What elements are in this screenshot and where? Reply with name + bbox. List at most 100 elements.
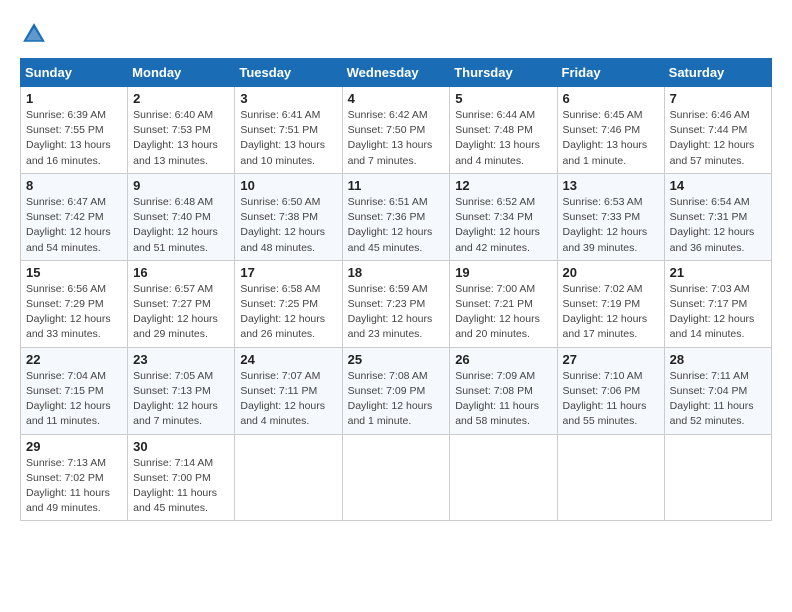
day-number: 29 (26, 439, 122, 454)
calendar-cell: 9 Sunrise: 6:48 AM Sunset: 7:40 PM Daylig… (128, 173, 235, 260)
day-info: Sunrise: 6:57 AM Sunset: 7:27 PM Dayligh… (133, 282, 229, 343)
day-info: Sunrise: 7:03 AM Sunset: 7:17 PM Dayligh… (670, 282, 766, 343)
day-info: Sunrise: 6:51 AM Sunset: 7:36 PM Dayligh… (348, 195, 445, 256)
day-number: 9 (133, 178, 229, 193)
day-number: 13 (563, 178, 659, 193)
weekday-header: Thursday (450, 59, 557, 87)
day-number: 19 (455, 265, 551, 280)
day-info: Sunrise: 7:13 AM Sunset: 7:02 PM Dayligh… (26, 456, 122, 517)
logo (20, 20, 52, 48)
day-number: 1 (26, 91, 122, 106)
weekday-header: Sunday (21, 59, 128, 87)
day-info: Sunrise: 7:00 AM Sunset: 7:21 PM Dayligh… (455, 282, 551, 343)
day-info: Sunrise: 6:52 AM Sunset: 7:34 PM Dayligh… (455, 195, 551, 256)
day-number: 23 (133, 352, 229, 367)
day-number: 24 (240, 352, 336, 367)
calendar-cell: 23 Sunrise: 7:05 AM Sunset: 7:13 PM Dayli… (128, 347, 235, 434)
calendar-cell: 17Sunrise: 6:58 AM Sunset: 7:25 PM Dayli… (235, 260, 342, 347)
day-info: Sunrise: 6:45 AM Sunset: 7:46 PM Dayligh… (563, 108, 659, 169)
calendar-cell (342, 434, 450, 521)
weekday-header: Tuesday (235, 59, 342, 87)
day-number: 15 (26, 265, 122, 280)
day-info: Sunrise: 6:58 AM Sunset: 7:25 PM Dayligh… (240, 282, 336, 343)
calendar-cell: 20 Sunrise: 7:02 AM Sunset: 7:19 PM Dayli… (557, 260, 664, 347)
day-info: Sunrise: 7:10 AM Sunset: 7:06 PM Dayligh… (563, 369, 659, 430)
calendar-cell (664, 434, 771, 521)
calendar-cell: 29 Sunrise: 7:13 AM Sunset: 7:02 PM Dayli… (21, 434, 128, 521)
calendar-cell: 15 Sunrise: 6:56 AM Sunset: 7:29 PM Dayli… (21, 260, 128, 347)
calendar-cell: 3 Sunrise: 6:41 AM Sunset: 7:51 PM Daylig… (235, 87, 342, 174)
calendar-cell (450, 434, 557, 521)
day-info: Sunrise: 6:48 AM Sunset: 7:40 PM Dayligh… (133, 195, 229, 256)
calendar-cell: 30 Sunrise: 7:14 AM Sunset: 7:00 PM Dayli… (128, 434, 235, 521)
day-info: Sunrise: 7:04 AM Sunset: 7:15 PM Dayligh… (26, 369, 122, 430)
day-info: Sunrise: 7:02 AM Sunset: 7:19 PM Dayligh… (563, 282, 659, 343)
day-info: Sunrise: 6:56 AM Sunset: 7:29 PM Dayligh… (26, 282, 122, 343)
day-number: 3 (240, 91, 336, 106)
calendar-cell: 7 Sunrise: 6:46 AM Sunset: 7:44 PM Daylig… (664, 87, 771, 174)
calendar-table: SundayMondayTuesdayWednesdayThursdayFrid… (20, 58, 772, 521)
calendar-cell: 12Sunrise: 6:52 AM Sunset: 7:34 PM Dayli… (450, 173, 557, 260)
weekday-header: Wednesday (342, 59, 450, 87)
day-info: Sunrise: 7:14 AM Sunset: 7:00 PM Dayligh… (133, 456, 229, 517)
calendar-cell: 11 Sunrise: 6:51 AM Sunset: 7:36 PM Dayli… (342, 173, 450, 260)
day-number: 6 (563, 91, 659, 106)
calendar-cell: 18 Sunrise: 6:59 AM Sunset: 7:23 PM Dayli… (342, 260, 450, 347)
calendar-header-row: SundayMondayTuesdayWednesdayThursdayFrid… (21, 59, 772, 87)
day-number: 8 (26, 178, 122, 193)
weekday-header: Friday (557, 59, 664, 87)
day-info: Sunrise: 7:11 AM Sunset: 7:04 PM Dayligh… (670, 369, 766, 430)
calendar-cell (557, 434, 664, 521)
calendar-cell: 26Sunrise: 7:09 AM Sunset: 7:08 PM Dayli… (450, 347, 557, 434)
calendar-cell: 24 Sunrise: 7:07 AM Sunset: 7:11 PM Dayli… (235, 347, 342, 434)
day-info: Sunrise: 6:47 AM Sunset: 7:42 PM Dayligh… (26, 195, 122, 256)
calendar-cell: 5 Sunrise: 6:44 AM Sunset: 7:48 PM Daylig… (450, 87, 557, 174)
weekday-header: Saturday (664, 59, 771, 87)
day-number: 10 (240, 178, 336, 193)
calendar-cell: 4Sunrise: 6:42 AM Sunset: 7:50 PM Daylig… (342, 87, 450, 174)
day-info: Sunrise: 7:08 AM Sunset: 7:09 PM Dayligh… (348, 369, 445, 430)
day-number: 26 (455, 352, 551, 367)
calendar-cell: 8 Sunrise: 6:47 AM Sunset: 7:42 PM Daylig… (21, 173, 128, 260)
calendar-week-row: 22Sunrise: 7:04 AM Sunset: 7:15 PM Dayli… (21, 347, 772, 434)
day-info: Sunrise: 7:05 AM Sunset: 7:13 PM Dayligh… (133, 369, 229, 430)
day-number: 5 (455, 91, 551, 106)
day-info: Sunrise: 6:44 AM Sunset: 7:48 PM Dayligh… (455, 108, 551, 169)
day-number: 16 (133, 265, 229, 280)
day-number: 30 (133, 439, 229, 454)
day-info: Sunrise: 6:54 AM Sunset: 7:31 PM Dayligh… (670, 195, 766, 256)
calendar-cell: 1 Sunrise: 6:39 AM Sunset: 7:55 PM Daylig… (21, 87, 128, 174)
day-number: 7 (670, 91, 766, 106)
calendar-cell: 19 Sunrise: 7:00 AM Sunset: 7:21 PM Dayli… (450, 260, 557, 347)
day-info: Sunrise: 7:07 AM Sunset: 7:11 PM Dayligh… (240, 369, 336, 430)
day-number: 20 (563, 265, 659, 280)
calendar-cell: 27 Sunrise: 7:10 AM Sunset: 7:06 PM Dayli… (557, 347, 664, 434)
calendar-cell: 28 Sunrise: 7:11 AM Sunset: 7:04 PM Dayli… (664, 347, 771, 434)
day-number: 11 (348, 178, 445, 193)
calendar-cell: 13 Sunrise: 6:53 AM Sunset: 7:33 PM Dayli… (557, 173, 664, 260)
day-info: Sunrise: 6:42 AM Sunset: 7:50 PM Dayligh… (348, 108, 445, 169)
day-info: Sunrise: 6:39 AM Sunset: 7:55 PM Dayligh… (26, 108, 122, 169)
calendar-cell: 16 Sunrise: 6:57 AM Sunset: 7:27 PM Dayli… (128, 260, 235, 347)
calendar-week-row: 8 Sunrise: 6:47 AM Sunset: 7:42 PM Daylig… (21, 173, 772, 260)
calendar-cell: 6 Sunrise: 6:45 AM Sunset: 7:46 PM Daylig… (557, 87, 664, 174)
calendar-cell: 25Sunrise: 7:08 AM Sunset: 7:09 PM Dayli… (342, 347, 450, 434)
day-info: Sunrise: 6:59 AM Sunset: 7:23 PM Dayligh… (348, 282, 445, 343)
day-info: Sunrise: 6:50 AM Sunset: 7:38 PM Dayligh… (240, 195, 336, 256)
calendar-week-row: 15 Sunrise: 6:56 AM Sunset: 7:29 PM Dayli… (21, 260, 772, 347)
day-number: 28 (670, 352, 766, 367)
day-info: Sunrise: 6:41 AM Sunset: 7:51 PM Dayligh… (240, 108, 336, 169)
logo-icon (20, 20, 48, 48)
calendar-week-row: 1 Sunrise: 6:39 AM Sunset: 7:55 PM Daylig… (21, 87, 772, 174)
day-number: 27 (563, 352, 659, 367)
day-info: Sunrise: 6:46 AM Sunset: 7:44 PM Dayligh… (670, 108, 766, 169)
day-number: 18 (348, 265, 445, 280)
calendar-cell: 10 Sunrise: 6:50 AM Sunset: 7:38 PM Dayli… (235, 173, 342, 260)
calendar-week-row: 29 Sunrise: 7:13 AM Sunset: 7:02 PM Dayli… (21, 434, 772, 521)
day-number: 2 (133, 91, 229, 106)
calendar-cell: 2Sunrise: 6:40 AM Sunset: 7:53 PM Daylig… (128, 87, 235, 174)
day-number: 14 (670, 178, 766, 193)
day-number: 21 (670, 265, 766, 280)
calendar-cell (235, 434, 342, 521)
day-info: Sunrise: 6:53 AM Sunset: 7:33 PM Dayligh… (563, 195, 659, 256)
